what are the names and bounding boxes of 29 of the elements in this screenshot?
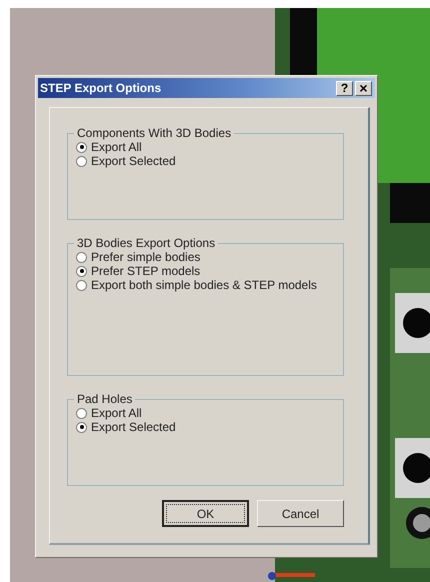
option-label: Export All [91, 406, 142, 420]
group-title: 3D Bodies Export Options [76, 236, 216, 250]
radio-button[interactable] [76, 156, 87, 166]
radio-option[interactable]: Export Selected [76, 420, 343, 434]
group-title: Pad Holes [76, 392, 134, 406]
radio-option[interactable]: Export both simple bodies & STEP models [76, 278, 343, 292]
window-title: STEP Export Options [40, 81, 162, 95]
ok-button[interactable]: OK [162, 500, 249, 527]
option-label: Prefer simple bodies [91, 250, 200, 264]
radio-button[interactable] [76, 142, 87, 152]
radio-button[interactable] [76, 266, 87, 276]
radio-option[interactable]: Export All [76, 406, 343, 420]
radio-option[interactable]: Export All [76, 140, 343, 154]
group-title: Components With 3D Bodies [76, 126, 232, 140]
close-button[interactable]: × [355, 80, 372, 96]
radio-option[interactable]: Prefer STEP models [76, 264, 343, 278]
radio-button[interactable] [76, 422, 87, 432]
option-label: Export both simple bodies & STEP models [91, 278, 317, 292]
option-label: Export Selected [91, 420, 176, 434]
radio-button[interactable] [76, 280, 87, 290]
cancel-button[interactable]: Cancel [257, 500, 344, 527]
radio-button[interactable] [76, 408, 87, 418]
help-button[interactable]: ? [336, 80, 353, 96]
option-label: Export Selected [91, 154, 176, 168]
option-label: Prefer STEP models [91, 264, 200, 278]
radio-option[interactable]: Export Selected [76, 154, 343, 168]
radio-button[interactable] [76, 252, 87, 262]
radio-option[interactable]: Prefer simple bodies [76, 250, 343, 264]
option-label: Export All [91, 140, 142, 154]
